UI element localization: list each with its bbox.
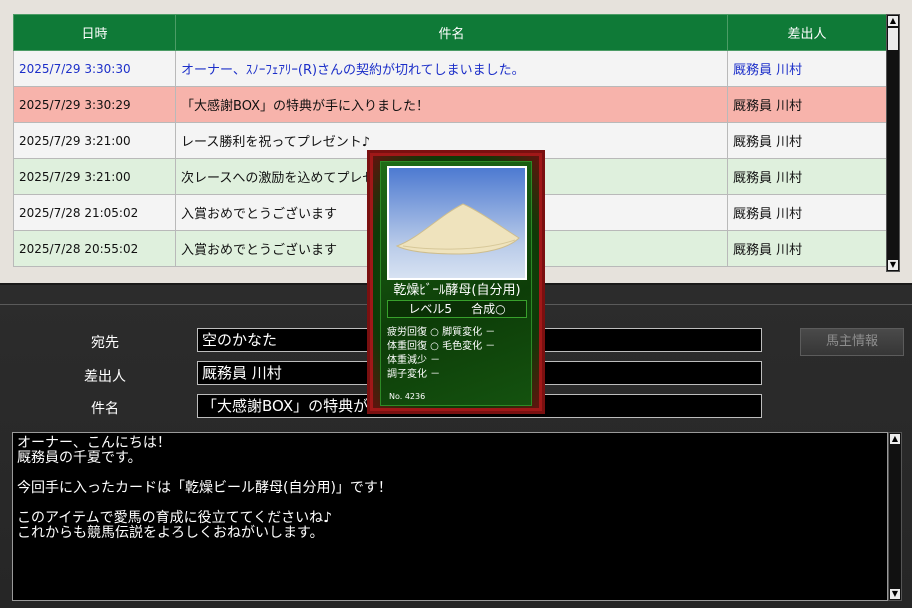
mail-sender: 厩務員 川村 bbox=[727, 122, 887, 159]
mail-body-line: 今回手に入ったカードは「乾燥ビール酵母(自分用)」です！ bbox=[17, 480, 392, 496]
mail-date: 2025/7/29 3:30:30 bbox=[13, 50, 176, 87]
mail-sender: 厩務員 川村 bbox=[727, 86, 887, 123]
from-label: 差出人 bbox=[84, 369, 126, 385]
mail-table-header: 日時 件名 差出人 bbox=[13, 14, 887, 51]
mail-list-scrollbar[interactable]: ▲ ▼ bbox=[886, 14, 900, 272]
mail-sender: 厩務員 川村 bbox=[727, 50, 887, 87]
mail-body: オーナー、こんにちは！ 厩務員の千夏です。 今回手に入ったカードは「乾燥ビール酵… bbox=[12, 432, 888, 601]
mail-date: 2025/7/28 20:55:02 bbox=[13, 230, 176, 267]
scroll-up-icon[interactable]: ▲ bbox=[890, 434, 900, 444]
mail-sender: 厩務員 川村 bbox=[727, 158, 887, 195]
mail-date: 2025/7/28 21:05:02 bbox=[13, 194, 176, 231]
mail-body-line: このアイテムで愛馬の育成に役立ててくださいね♪ bbox=[17, 510, 333, 526]
scrollbar-thumb[interactable] bbox=[888, 28, 898, 50]
scroll-down-icon[interactable]: ▼ bbox=[888, 260, 898, 270]
subject-label: 件名 bbox=[91, 401, 119, 417]
mail-body-scrollbar[interactable]: ▲ ▼ bbox=[888, 432, 902, 601]
mail-sender: 厩務員 川村 bbox=[727, 230, 887, 267]
scroll-up-icon[interactable]: ▲ bbox=[888, 16, 898, 26]
item-card-effect: 体重減少 － bbox=[387, 355, 441, 366]
yeast-powder-icon bbox=[395, 203, 520, 255]
item-card-effects: 疲労回復 ○ 脚質変化 － 体重回復 ○ 毛色変化 － 体重減少 － 調子変化 … bbox=[387, 326, 533, 382]
scroll-down-icon[interactable]: ▼ bbox=[890, 589, 900, 599]
item-card: 乾燥ﾋﾞｰﾙ酵母(自分用) レベル5 合成○ 疲労回復 ○ 脚質変化 － 体重回… bbox=[367, 150, 545, 414]
mail-sender: 厩務員 川村 bbox=[727, 194, 887, 231]
mail-date: 2025/7/29 3:21:00 bbox=[13, 122, 176, 159]
item-card-effect: 体重回復 ○ 毛色変化 － bbox=[387, 341, 496, 352]
to-label: 宛先 bbox=[91, 335, 119, 351]
column-header-date[interactable]: 日時 bbox=[13, 14, 176, 51]
item-card-number: No. 4236 bbox=[389, 392, 426, 401]
item-card-level-value: レベル5 bbox=[408, 302, 453, 316]
item-card-level: レベル5 合成○ bbox=[387, 300, 527, 318]
mail-body-line bbox=[17, 496, 883, 511]
mail-body-line bbox=[17, 466, 883, 481]
item-card-synth: 合成○ bbox=[471, 302, 506, 316]
mail-subject: オーナー、ｽﾉｰﾌｪｱﾘｰ(R)さんの契約が切れてしまいました。 bbox=[175, 50, 728, 87]
mail-date: 2025/7/29 3:21:00 bbox=[13, 158, 176, 195]
item-card-name: 乾燥ﾋﾞｰﾙ酵母(自分用) bbox=[393, 283, 521, 298]
owner-info-button[interactable]: 馬主情報 bbox=[800, 328, 904, 356]
item-card-effect: 調子変化 － bbox=[387, 369, 441, 380]
column-header-subject[interactable]: 件名 bbox=[175, 14, 728, 51]
item-card-effect: 疲労回復 ○ 脚質変化 － bbox=[387, 327, 496, 338]
mail-body-line: オーナー、こんにちは！ bbox=[17, 435, 171, 451]
column-header-sender[interactable]: 差出人 bbox=[727, 14, 887, 51]
item-card-inner: 乾燥ﾋﾞｰﾙ酵母(自分用) レベル5 合成○ 疲労回復 ○ 脚質変化 － 体重回… bbox=[380, 161, 532, 406]
mail-row[interactable]: 2025/7/29 3:30:30 オーナー、ｽﾉｰﾌｪｱﾘｰ(R)さんの契約が… bbox=[13, 50, 887, 87]
mail-row-selected[interactable]: 2025/7/29 3:30:29 「大感謝BOX」の特典が手に入りました！ 厩… bbox=[13, 86, 887, 123]
mail-subject: 「大感謝BOX」の特典が手に入りました！ bbox=[175, 86, 728, 123]
mail-date: 2025/7/29 3:30:29 bbox=[13, 86, 176, 123]
item-card-image bbox=[387, 166, 527, 280]
mail-body-line: これからも競馬伝説をよろしくおねがいします。 bbox=[17, 525, 324, 541]
mail-body-line: 厩務員の千夏です。 bbox=[17, 450, 142, 466]
